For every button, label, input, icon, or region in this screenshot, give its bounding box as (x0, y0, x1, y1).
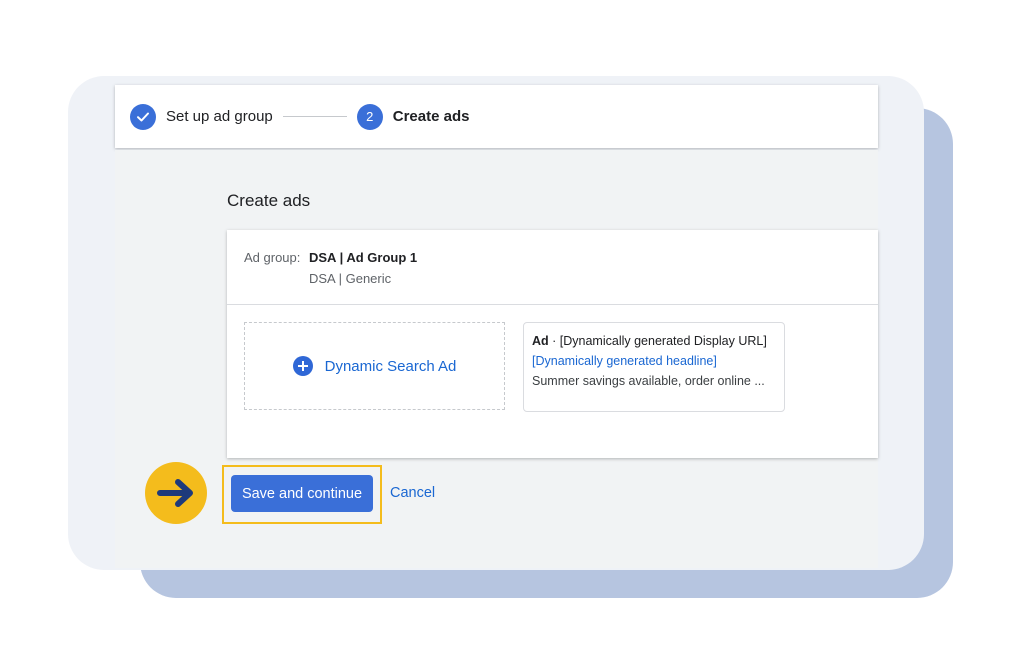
checkmark-icon (130, 103, 156, 130)
ad-description: Summer savings available, order online .… (532, 374, 765, 388)
ad-preview[interactable]: Ad · [Dynamically generated Display URL]… (523, 322, 785, 412)
ad-badge: Ad (532, 334, 549, 348)
page-title: Create ads (227, 191, 311, 210)
step-label: Create ads (392, 108, 470, 125)
arrow-right-icon (145, 462, 207, 524)
cancel-button[interactable]: Cancel (390, 485, 435, 501)
step-create-ads[interactable]: 2 Create ads (356, 103, 470, 130)
step-number: 2 (356, 103, 383, 130)
plus-circle-icon (292, 356, 313, 376)
step-connector (282, 116, 347, 117)
ad-group-summary: Ad group: DSA | Ad Group 1 DSA | Generic (227, 230, 878, 305)
save-and-continue-button[interactable]: Save and continue (231, 475, 373, 512)
ad-group-name: DSA | Ad Group 1 (309, 250, 418, 265)
campaign-name: DSA | Generic (309, 271, 392, 286)
step-label: Set up ad group (166, 108, 273, 125)
ad-display-url: [Dynamically generated Display URL] (559, 334, 767, 348)
stepper: Set up ad group 2 Create ads (115, 85, 878, 148)
add-dynamic-search-ad-button[interactable]: Dynamic Search Ad (244, 322, 505, 410)
ad-group-label: Ad group: (244, 250, 301, 265)
stage: Set up ad group 2 Create ads Create ads … (0, 0, 1024, 655)
ad-headline: [Dynamically generated headline] (532, 354, 717, 368)
step-set-up-ad-group[interactable]: Set up ad group (130, 103, 273, 130)
dynamic-search-ad-label: Dynamic Search Ad (324, 357, 457, 375)
ad-separator: · (548, 334, 560, 348)
create-ads-panel: Ad group: DSA | Ad Group 1 DSA | Generic… (227, 230, 878, 458)
